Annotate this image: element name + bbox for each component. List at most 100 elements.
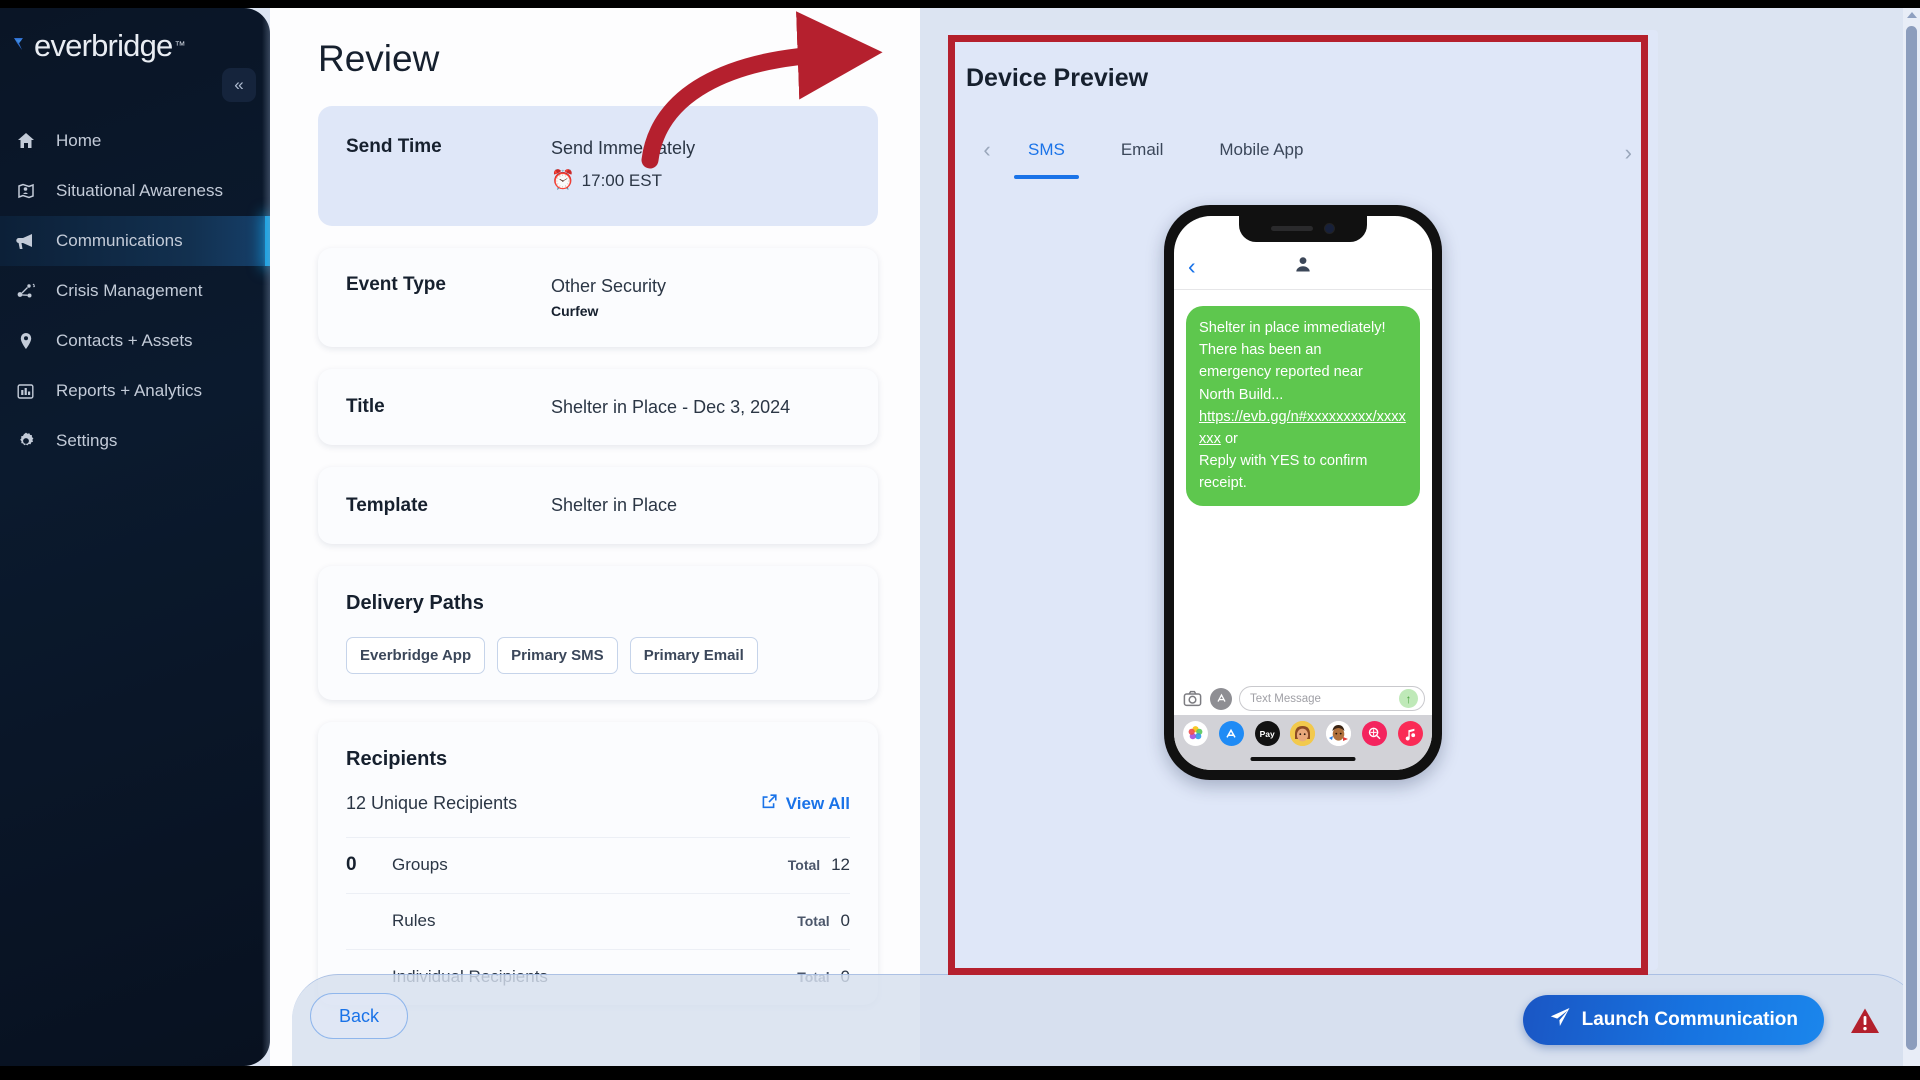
imessage-app-drawer: Pay bbox=[1174, 715, 1432, 770]
chevron-right-icon[interactable]: › bbox=[1625, 140, 1632, 166]
phone-notch bbox=[1239, 216, 1367, 242]
row-total-label: Total bbox=[797, 913, 829, 929]
camera-icon[interactable] bbox=[1181, 688, 1203, 710]
delivery-paths-title: Delivery Paths bbox=[346, 592, 850, 615]
send-time-time: 17:00 EST bbox=[582, 170, 662, 193]
sidebar-collapse-button[interactable]: « bbox=[222, 68, 256, 102]
text-message-input[interactable]: Text Message ↑ bbox=[1239, 686, 1425, 711]
tab-label: Mobile App bbox=[1219, 140, 1303, 159]
alarm-clock-icon: ⏰ bbox=[551, 168, 575, 194]
event-type-value: Other Security bbox=[551, 274, 666, 298]
sidebar-item-home[interactable]: Home bbox=[0, 116, 270, 166]
apple-pay-icon[interactable]: Pay bbox=[1255, 721, 1280, 746]
sidebar-item-label: Communications bbox=[56, 231, 183, 251]
images-search-icon[interactable] bbox=[1362, 721, 1387, 746]
external-link-icon bbox=[761, 793, 778, 815]
phone-navbar: ‹ bbox=[1174, 244, 1432, 290]
message-area: Shelter in place immediately! There has … bbox=[1174, 294, 1432, 682]
delivery-path-chip[interactable]: Primary SMS bbox=[497, 637, 618, 674]
sidebar-item-settings[interactable]: Settings bbox=[0, 416, 270, 466]
sidebar-item-label: Reports + Analytics bbox=[56, 381, 202, 401]
event-type-card[interactable]: Event Type Other Security Curfew bbox=[318, 248, 878, 347]
chevron-left-icon[interactable]: ‹ bbox=[974, 137, 1000, 163]
sms-line-6: receipt. bbox=[1199, 475, 1247, 491]
bottom-action-bar: Back Launch Communication bbox=[292, 974, 1920, 1066]
tab-email[interactable]: Email bbox=[1093, 130, 1192, 170]
send-arrow-up-icon[interactable]: ↑ bbox=[1399, 689, 1418, 708]
recipients-row-rules[interactable]: Rules Total 0 bbox=[346, 893, 850, 949]
template-label: Template bbox=[346, 495, 551, 517]
music-icon[interactable] bbox=[1398, 721, 1423, 746]
bar-chart-icon bbox=[16, 382, 46, 401]
earpiece-speaker-icon bbox=[1271, 226, 1313, 231]
launch-communication-button[interactable]: Launch Communication bbox=[1523, 995, 1824, 1045]
sidebar-item-label: Settings bbox=[56, 431, 117, 451]
phone-screen: ‹ Shelter in place immediately! There ha… bbox=[1174, 216, 1432, 770]
chevron-left-icon[interactable]: ‹ bbox=[1188, 255, 1196, 278]
letterbox-bottom bbox=[0, 1066, 1920, 1080]
phone-mockup: ‹ Shelter in place immediately! There ha… bbox=[1164, 205, 1442, 780]
send-time-card[interactable]: Send Time Send Immediately ⏰ 17:00 EST bbox=[318, 106, 878, 226]
sidebar-item-crisis-management[interactable]: Crisis Management bbox=[0, 266, 270, 316]
view-all-label: View All bbox=[786, 794, 850, 814]
collapse-icon: « bbox=[234, 75, 243, 95]
memoji-woman-icon[interactable] bbox=[1290, 721, 1315, 746]
row-name: Rules bbox=[392, 911, 797, 931]
device-preview-column: Device Preview ‹ SMS Email Mobile App › bbox=[920, 8, 1920, 1066]
recipients-title: Recipients bbox=[346, 748, 850, 771]
map-pin-person-icon bbox=[16, 181, 46, 201]
sidebar-item-label: Home bbox=[56, 131, 101, 151]
device-preview-panel: Device Preview ‹ SMS Email Mobile App › bbox=[948, 30, 1658, 970]
sidebar-item-reports-analytics[interactable]: Reports + Analytics bbox=[0, 366, 270, 416]
scrollbar-thumb[interactable] bbox=[1906, 26, 1917, 1050]
text-message-placeholder: Text Message bbox=[1250, 693, 1321, 705]
app-store-icon[interactable] bbox=[1219, 721, 1244, 746]
row-count: 0 bbox=[346, 854, 392, 876]
title-card[interactable]: Title Shelter in Place - Dec 3, 2024 bbox=[318, 369, 878, 445]
template-card[interactable]: Template Shelter in Place bbox=[318, 467, 878, 543]
sidebar-item-communications[interactable]: Communications bbox=[0, 216, 270, 266]
review-panel: Review Send Time Send Immediately ⏰ 17:0… bbox=[270, 8, 920, 1066]
app-store-icon[interactable] bbox=[1210, 688, 1232, 710]
tab-mobile-app[interactable]: Mobile App bbox=[1191, 130, 1331, 170]
photos-icon[interactable] bbox=[1183, 721, 1208, 746]
sidebar-item-contacts-assets[interactable]: Contacts + Assets bbox=[0, 316, 270, 366]
memoji-man-icon[interactable] bbox=[1326, 721, 1351, 746]
scroll-up-arrow-icon[interactable] bbox=[1907, 12, 1917, 18]
recipients-summary: 12 Unique Recipients bbox=[346, 793, 517, 814]
person-avatar-icon bbox=[1294, 255, 1313, 279]
delivery-paths-chips: Everbridge App Primary SMS Primary Email bbox=[346, 637, 850, 674]
recipients-row-groups[interactable]: 0 Groups Total 12 bbox=[346, 837, 850, 893]
recipients-card: Recipients 12 Unique Recipients View All bbox=[318, 722, 878, 1005]
back-button[interactable]: Back bbox=[310, 993, 408, 1039]
front-camera-icon bbox=[1324, 223, 1335, 234]
tab-label: Email bbox=[1121, 140, 1164, 159]
review-cards: Send Time Send Immediately ⏰ 17:00 EST E… bbox=[318, 106, 878, 1027]
sidebar-item-situational-awareness[interactable]: Situational Awareness bbox=[0, 166, 270, 216]
brand-name: everbridge bbox=[34, 28, 172, 64]
sidebar-item-label: Situational Awareness bbox=[56, 181, 223, 201]
back-button-label: Back bbox=[339, 1006, 379, 1027]
page-title: Review bbox=[318, 38, 439, 80]
view-all-button[interactable]: View All bbox=[761, 793, 850, 815]
sms-line-1: Shelter in place immediately! bbox=[1199, 320, 1386, 336]
warning-triangle-icon[interactable] bbox=[1850, 1007, 1880, 1040]
device-preview-heading: Device Preview bbox=[966, 64, 1148, 93]
delivery-path-chip[interactable]: Primary Email bbox=[630, 637, 758, 674]
delivery-path-chip[interactable]: Everbridge App bbox=[346, 637, 485, 674]
tab-sms[interactable]: SMS bbox=[1000, 130, 1093, 170]
home-icon bbox=[16, 131, 46, 151]
tab-label: SMS bbox=[1028, 140, 1065, 159]
location-pin-icon bbox=[16, 331, 46, 351]
row-total-value: 0 bbox=[841, 911, 850, 930]
megaphone-icon bbox=[16, 231, 46, 252]
home-indicator bbox=[1251, 757, 1356, 761]
vertical-scrollbar[interactable] bbox=[1903, 8, 1920, 1066]
sms-line-5: Reply with YES to confirm bbox=[1199, 453, 1367, 469]
preview-tabs: ‹ SMS Email Mobile App bbox=[974, 130, 1331, 170]
phone-input-bar: Text Message ↑ bbox=[1174, 682, 1432, 715]
network-nodes-icon bbox=[16, 281, 46, 301]
launch-communication-label: Launch Communication bbox=[1582, 1009, 1798, 1031]
row-name: Groups bbox=[392, 855, 788, 875]
sms-message-bubble: Shelter in place immediately! There has … bbox=[1186, 306, 1420, 506]
